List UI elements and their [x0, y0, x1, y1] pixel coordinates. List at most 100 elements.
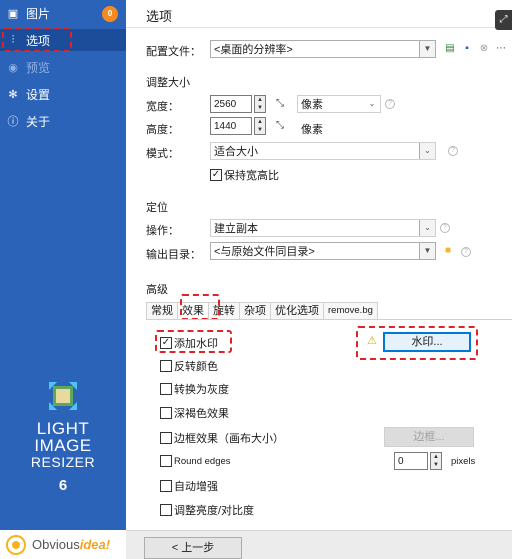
sidebar-item-settings[interactable]: ✻ 设置: [0, 83, 126, 105]
expand-icon[interactable]: ⤢: [495, 10, 512, 30]
sidebar-item-label: 设置: [26, 87, 51, 102]
keep-ratio-checkbox[interactable]: ✓ 保持宽高比: [210, 167, 279, 183]
height-input[interactable]: 1440: [210, 117, 252, 135]
effect-label: 深褐色效果: [174, 408, 229, 420]
highlight-options: [2, 27, 72, 52]
checkbox-box[interactable]: [160, 480, 172, 492]
effect-label: 调整亮度/对比度: [174, 505, 255, 517]
folder-icon[interactable]: ■: [442, 244, 454, 258]
height-label: 高度：: [146, 124, 179, 136]
profile-label: 配置文件：: [146, 46, 201, 58]
round-edges-unit: pixels: [451, 456, 476, 467]
help-icon[interactable]: ?: [385, 99, 395, 109]
effect-label: Round edges: [174, 455, 231, 467]
tab-optimize[interactable]: 优化选项: [270, 302, 324, 320]
invert-colors-checkbox[interactable]: 反转颜色: [160, 358, 218, 374]
effect-label: 边框效果（画布大小）: [174, 433, 284, 445]
auto-enhance-checkbox[interactable]: 自动增强: [160, 478, 218, 494]
action-label: 操作：: [146, 225, 179, 237]
action-select[interactable]: 建立副本 ⌄: [210, 219, 436, 237]
logo-line: RESIZER: [30, 454, 96, 470]
effect-label: 自动增强: [174, 481, 218, 493]
brand-logo[interactable]: Obviousidea!: [0, 530, 126, 559]
section-title-resize: 调整大小: [146, 77, 190, 89]
divider: [126, 27, 512, 28]
save-icon[interactable]: ▪: [461, 42, 473, 56]
border-effect-checkbox[interactable]: 边框效果（画布大小）: [160, 430, 284, 446]
app-logo-icon: [47, 380, 79, 412]
output-dir-value: <与原始文件同目录>: [214, 246, 315, 258]
highlight-watermark-checkbox: [155, 330, 232, 353]
tab-general[interactable]: 常规: [146, 302, 178, 320]
help-icon[interactable]: ?: [448, 146, 458, 156]
grayscale-checkbox[interactable]: 转换为灰度: [160, 381, 229, 397]
swap-icon[interactable]: ⤡: [274, 97, 286, 111]
sidebar-item-preview[interactable]: ◉ 预览: [0, 56, 126, 78]
sidebar-item-label: 预览: [26, 60, 51, 75]
round-edges-input[interactable]: 0: [394, 452, 428, 470]
help-icon[interactable]: ?: [440, 223, 450, 233]
chevron-down-icon: ⌄: [419, 220, 435, 236]
gear-icon: ✻: [8, 88, 18, 101]
profile-select[interactable]: <桌面的分辨率> ▼: [210, 40, 436, 58]
mode-value: 适合大小: [214, 146, 258, 158]
checkbox-box[interactable]: [160, 360, 172, 372]
action-value: 建立副本: [214, 223, 258, 235]
profile-value: <桌面的分辨率>: [214, 44, 293, 56]
unit-value: 像素: [301, 99, 323, 111]
round-edges-checkbox[interactable]: Round edges: [160, 455, 231, 467]
border-button[interactable]: 边框...: [384, 427, 474, 447]
sidebar-item-images[interactable]: ▣ 图片 0: [0, 2, 126, 24]
sidebar-item-about[interactable]: ⓘ 关于: [0, 110, 126, 132]
checkbox-box[interactable]: [160, 504, 172, 516]
swap-icon[interactable]: ⤡: [274, 119, 286, 133]
highlight-effects-tab: [180, 294, 220, 320]
effect-label: 转换为灰度: [174, 384, 229, 396]
image-count-badge: 0: [102, 6, 118, 22]
checkbox-box[interactable]: [160, 407, 172, 419]
app-logo: LIGHT IMAGE RESIZER 6: [0, 380, 126, 494]
sidebar-item-label: 关于: [26, 114, 51, 129]
footer-bar: < 上一步: [126, 530, 512, 559]
brand-suffix: idea!: [79, 537, 111, 552]
height-stepper[interactable]: ▲ ▼: [254, 117, 266, 135]
sidebar-item-label: 图片: [26, 6, 51, 21]
mode-select[interactable]: 适合大小 ⌄: [210, 142, 436, 160]
chevron-down-icon: ⌄: [364, 96, 380, 112]
tab-remove-bg[interactable]: remove.bg: [323, 302, 378, 320]
checkbox-box[interactable]: [160, 455, 172, 467]
width-input[interactable]: 2560: [210, 95, 252, 113]
brand-prefix: Obvious: [32, 537, 80, 552]
output-dir-label: 输出目录：: [146, 249, 201, 261]
output-dir-select[interactable]: <与原始文件同目录> ▼: [210, 242, 436, 260]
section-title-location: 定位: [146, 202, 168, 214]
eye-icon: ◉: [8, 61, 18, 74]
new-profile-icon[interactable]: ▤: [444, 42, 456, 56]
delete-icon[interactable]: ⊗: [478, 42, 490, 56]
tab-misc[interactable]: 杂项: [239, 302, 271, 320]
mode-label: 模式：: [146, 148, 179, 160]
sepia-checkbox[interactable]: 深褐色效果: [160, 405, 229, 421]
options-pane: 选项 ⤢ 配置文件： <桌面的分辨率> ▼ ▤ ▪ ⊗ ⋯ 调整大小 宽度： 2…: [126, 0, 512, 559]
checkbox-box[interactable]: [160, 432, 172, 444]
section-title-advanced: 高级: [146, 284, 168, 296]
width-stepper[interactable]: ▲ ▼: [254, 95, 266, 113]
round-edges-stepper[interactable]: ▲ ▼: [430, 452, 442, 470]
more-icon[interactable]: ⋯: [495, 42, 507, 56]
back-button[interactable]: < 上一步: [144, 537, 242, 559]
logo-line: IMAGE: [34, 436, 92, 455]
chevron-down-icon: ▼: [419, 243, 435, 259]
info-icon: ⓘ: [7, 116, 19, 128]
effect-label: 反转颜色: [174, 361, 218, 373]
sidebar: ▣ 图片 0 ⫶ 选项 ◉ 预览 ✻ 设置 ⓘ 关于 LIGHT IMAGE R…: [0, 0, 126, 559]
help-icon[interactable]: ?: [461, 247, 471, 257]
checkbox-box[interactable]: [160, 383, 172, 395]
brightness-contrast-checkbox[interactable]: 调整亮度/对比度: [160, 502, 254, 518]
logo-line: LIGHT: [36, 419, 90, 438]
image-icon: ▣: [7, 7, 19, 20]
checkbox-box[interactable]: ✓: [210, 169, 222, 181]
chevron-down-icon: ▼: [419, 41, 435, 57]
highlight-watermark-button: [356, 326, 478, 360]
unit-select[interactable]: 像素 ⌄: [297, 95, 381, 113]
app-version: 6: [58, 477, 68, 494]
